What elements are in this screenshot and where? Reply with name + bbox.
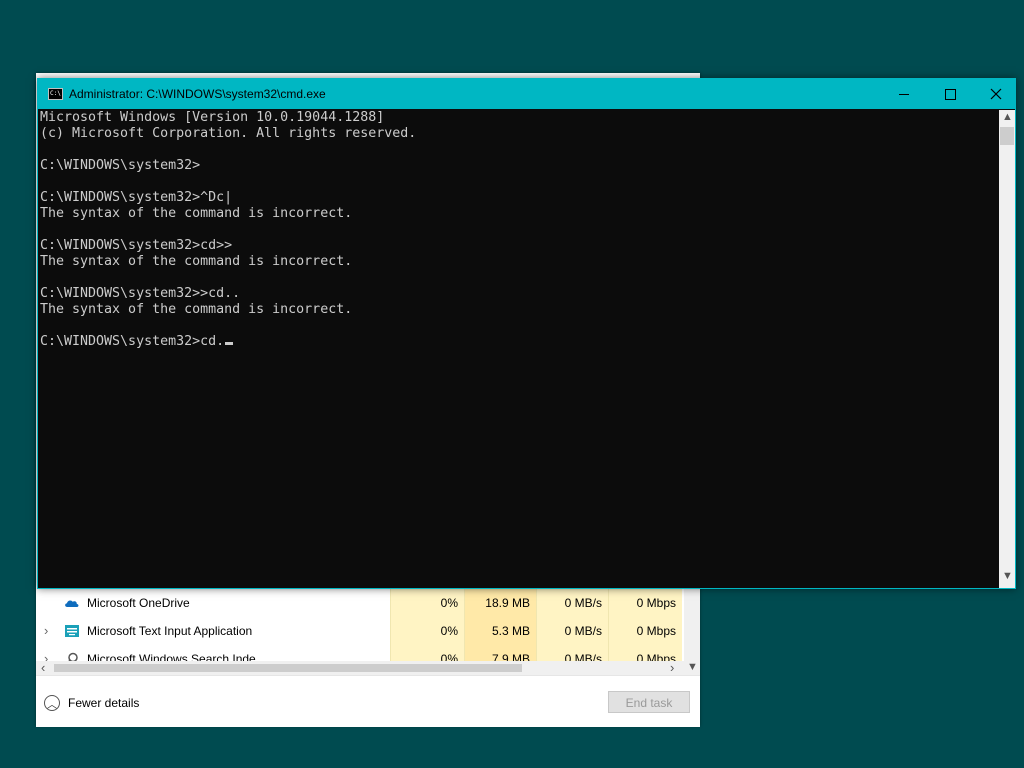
search-indexer-icon bbox=[68, 652, 78, 661]
current-command[interactable]: C:\WINDOWS\system32>cd. bbox=[40, 334, 224, 349]
network-cell: 0 Mbps bbox=[608, 645, 682, 661]
expand-chevron-icon[interactable]: › bbox=[44, 624, 54, 638]
memory-cell: 5.3 MB bbox=[464, 617, 536, 645]
process-name: Microsoft Text Input Application bbox=[87, 624, 253, 638]
cpu-cell: 0% bbox=[390, 589, 464, 617]
disk-cell: 0 MB/s bbox=[536, 589, 608, 617]
text-cursor bbox=[225, 342, 234, 345]
cpu-cell: 0% bbox=[390, 645, 464, 661]
close-button[interactable] bbox=[973, 79, 1019, 109]
onedrive-cloud-icon bbox=[65, 600, 79, 607]
console-line: C:\WINDOWS\system32>>cd.. bbox=[40, 286, 241, 301]
console-output[interactable]: Microsoft Windows [Version 10.0.19044.12… bbox=[40, 110, 998, 588]
process-row[interactable]: › Microsoft Windows Search Inde... 0% 7.… bbox=[36, 645, 684, 661]
window-title: Administrator: C:\WINDOWS\system32\cmd.e… bbox=[69, 87, 326, 101]
end-task-button[interactable]: End task bbox=[608, 691, 690, 713]
process-list-horizontal-scrollbar[interactable]: ‹ › bbox=[36, 660, 684, 675]
console-vertical-scrollbar[interactable]: ▲ ▼ bbox=[999, 110, 1015, 588]
vertical-scroll-thumb[interactable] bbox=[1000, 127, 1014, 145]
console-line: The syntax of the command is incorrect. bbox=[40, 254, 353, 269]
process-row[interactable]: Microsoft OneDrive 0% 18.9 MB 0 MB/s 0 M… bbox=[36, 589, 684, 617]
console-line: (c) Microsoft Corporation. All rights re… bbox=[40, 126, 417, 141]
chevron-up-icon: ︿ bbox=[44, 695, 60, 711]
memory-cell: 7.9 MB bbox=[464, 645, 536, 661]
process-name: Microsoft OneDrive bbox=[87, 596, 190, 610]
console-line: C:\WINDOWS\system32>^Dc| bbox=[40, 190, 233, 205]
task-manager-footer: ︿ Fewer details End task bbox=[36, 675, 700, 727]
close-icon bbox=[990, 88, 1002, 100]
network-cell: 0 Mbps bbox=[608, 617, 682, 645]
process-list-vertical-scrollbar[interactable]: ▼ bbox=[684, 589, 700, 675]
minimize-icon bbox=[899, 93, 909, 95]
fewer-details-label: Fewer details bbox=[68, 696, 140, 710]
maximize-icon bbox=[944, 88, 956, 100]
memory-cell: 18.9 MB bbox=[464, 589, 536, 617]
scroll-down-arrow-icon[interactable]: ▼ bbox=[687, 661, 698, 673]
console-line: C:\WINDOWS\system32> bbox=[40, 158, 201, 173]
console-line: C:\WINDOWS\system32>cd>> bbox=[40, 238, 233, 253]
scroll-up-arrow-icon[interactable]: ▲ bbox=[1002, 111, 1013, 123]
disk-cell: 0 MB/s bbox=[536, 645, 608, 661]
command-prompt-window: C:\ Administrator: C:\WINDOWS\system32\c… bbox=[37, 78, 1016, 589]
scroll-right-arrow-icon[interactable]: › bbox=[670, 660, 674, 675]
network-cell: 0 Mbps bbox=[608, 589, 682, 617]
cpu-cell: 0% bbox=[390, 617, 464, 645]
expand-chevron-icon[interactable] bbox=[44, 596, 54, 610]
fewer-details-button[interactable]: ︿ Fewer details bbox=[44, 692, 139, 714]
disk-cell: 0 MB/s bbox=[536, 617, 608, 645]
process-row[interactable]: › Microsoft Text Input Application 0% 5.… bbox=[36, 617, 684, 645]
horizontal-scroll-thumb[interactable] bbox=[54, 664, 522, 672]
text-input-app-icon bbox=[65, 625, 79, 637]
expand-chevron-icon[interactable]: › bbox=[44, 652, 54, 662]
console-input-line[interactable]: C:\WINDOWS\system32>cd. bbox=[40, 334, 998, 350]
console-line: The syntax of the command is incorrect. bbox=[40, 302, 353, 317]
title-bar[interactable]: C:\ Administrator: C:\WINDOWS\system32\c… bbox=[38, 79, 1015, 109]
scroll-down-arrow-icon[interactable]: ▼ bbox=[1002, 570, 1013, 582]
process-list: Microsoft OneDrive 0% 18.9 MB 0 MB/s 0 M… bbox=[36, 589, 684, 661]
process-name: Microsoft Windows Search Inde... bbox=[87, 652, 266, 661]
scroll-left-arrow-icon[interactable]: ‹ bbox=[41, 660, 45, 675]
minimize-button[interactable] bbox=[881, 79, 927, 109]
maximize-button[interactable] bbox=[927, 79, 973, 109]
console-line: Microsoft Windows [Version 10.0.19044.12… bbox=[40, 110, 385, 125]
console-line: The syntax of the command is incorrect. bbox=[40, 206, 353, 221]
cmd-app-icon[interactable]: C:\ bbox=[48, 88, 63, 100]
